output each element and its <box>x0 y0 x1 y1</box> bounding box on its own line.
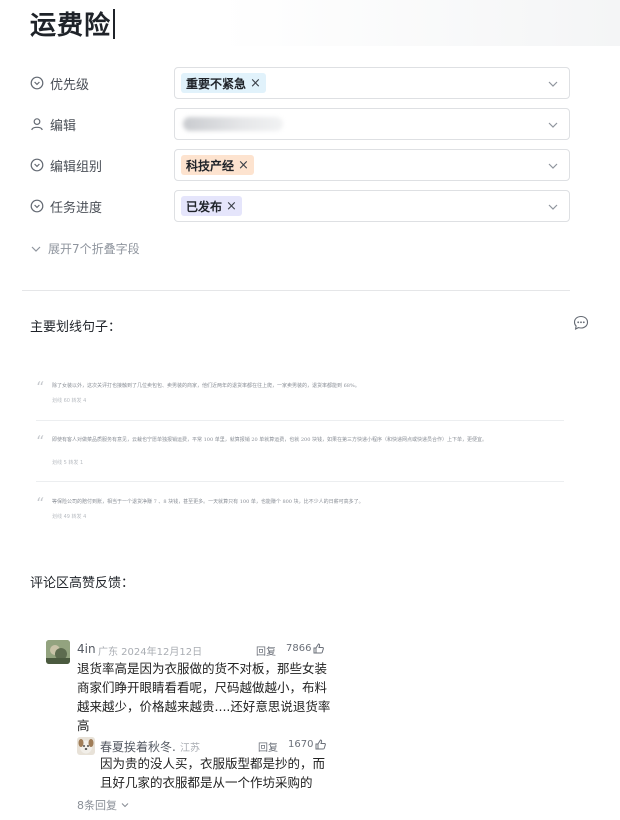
reply-text: 因为贵的没人买，衣服版型都是抄的，而 且好几家的衣服都是从一个作坊采购的 <box>100 756 326 790</box>
avatar-image <box>46 640 70 664</box>
section-divider <box>22 290 570 291</box>
group-select[interactable]: 科技产经 × <box>174 149 570 181</box>
quote-meta: 划线 5 转发 1 <box>52 460 84 466</box>
top-bar-shade <box>220 0 620 46</box>
field-progress: 任务进度 已发布 × <box>30 190 570 222</box>
field-group: 编辑组别 科技产经 × <box>30 149 570 181</box>
reply-username[interactable]: 春夏挨着秋冬. <box>100 738 176 755</box>
progress-select[interactable]: 已发布 × <box>174 190 570 222</box>
quote-mark-icon: “ <box>36 378 45 397</box>
quote-meta: 划线 60 转发 4 <box>52 398 87 404</box>
quote-text: 等保险公司的赔付到账，相当于一个退货净赚 7 、8 块钱，甚至更多。一天就算只有… <box>52 499 364 505</box>
thumbs-up-icon <box>315 739 327 750</box>
comment-username[interactable]: 4in <box>77 642 96 656</box>
text-cursor <box>113 9 116 39</box>
progress-tag: 已发布 × <box>181 196 242 216</box>
chevron-down-icon[interactable] <box>547 160 559 172</box>
editor-select[interactable] <box>174 108 570 140</box>
field-progress-label: 任务进度 <box>30 190 102 222</box>
field-editor-label: 编辑 <box>30 108 76 140</box>
quote-meta: 划线 49 转发 4 <box>52 514 87 520</box>
highlight-quote: “ 即使有客人对做菜品质服务有意见，云裁也宁愿单独报销运费，平常 100 单里，… <box>36 432 564 472</box>
more-replies-toggle[interactable]: 8条回复 <box>77 797 130 813</box>
reply-button[interactable]: 回复 <box>256 643 276 658</box>
comment-text: 退货率高是因为衣服做的货不对板，那些女装 商家们睁开眼睛看看呢，尺码越做越小，布… <box>77 661 331 733</box>
reply-avatar[interactable] <box>77 737 95 755</box>
dog-avatar-image <box>77 737 95 755</box>
priority-tag: 重要不紧急 × <box>181 73 266 93</box>
circle-chevron-icon <box>30 76 44 90</box>
field-priority-label: 优先级 <box>30 67 89 99</box>
remove-tag-icon[interactable]: × <box>238 158 249 173</box>
circle-chevron-icon <box>30 199 44 213</box>
person-icon <box>31 118 43 131</box>
chevron-down-icon <box>121 803 129 808</box>
expand-fields-toggle[interactable]: 展开7个折叠字段 <box>30 240 140 257</box>
reply-button[interactable]: 回复 <box>258 739 278 754</box>
highlights-heading: 主要划线句子： <box>30 320 122 335</box>
field-editor: 编辑 <box>30 108 570 140</box>
quote-mark-icon: “ <box>36 494 45 513</box>
comment-icon[interactable] <box>573 315 589 331</box>
remove-tag-icon[interactable]: × <box>250 76 261 91</box>
remove-tag-icon[interactable]: × <box>226 199 237 214</box>
field-priority: 优先级 重要不紧急 × <box>30 67 570 99</box>
highlight-quote: “ 除了女装以外，这次关评打也接触到了几位卖包包、卖男装的商家，他们近两年的退货… <box>36 378 564 412</box>
chevron-down-icon[interactable] <box>547 201 559 213</box>
chevron-down-icon[interactable] <box>547 78 559 90</box>
like-button[interactable]: 7866 <box>286 643 325 654</box>
quote-divider <box>36 420 564 421</box>
quote-divider <box>36 481 564 482</box>
comment-meta: 广东 2024年12月12日 <box>98 647 203 658</box>
like-button[interactable]: 1670 <box>288 739 327 750</box>
thumbs-up-icon <box>313 643 325 654</box>
avatar[interactable] <box>46 640 70 664</box>
quote-text: 除了女装以外，这次关评打也接触到了几位卖包包、卖男装的商家，他们近两年的退货率都… <box>52 383 360 389</box>
reply-meta: 江苏 <box>180 743 200 754</box>
circle-chevron-icon <box>30 158 44 172</box>
chevron-down-icon[interactable] <box>547 119 559 131</box>
page-title[interactable]: 运费险 <box>30 5 116 42</box>
quote-text: 即使有客人对做菜品质服务有意见，云裁也宁愿单独报销运费，平常 100 单里，就算… <box>52 437 487 443</box>
highlight-quote: “ 等保险公司的赔付到账，相当于一个退货净赚 7 、8 块钱，甚至更多。一天就算… <box>36 494 564 524</box>
comments-heading: 评论区高赞反馈： <box>30 576 135 591</box>
priority-select[interactable]: 重要不紧急 × <box>174 67 570 99</box>
field-group-label: 编辑组别 <box>30 149 102 181</box>
blurred-editor-name <box>183 117 283 131</box>
chevron-down-icon <box>31 246 41 252</box>
group-tag: 科技产经 × <box>181 155 254 175</box>
quote-mark-icon: “ <box>36 432 45 451</box>
